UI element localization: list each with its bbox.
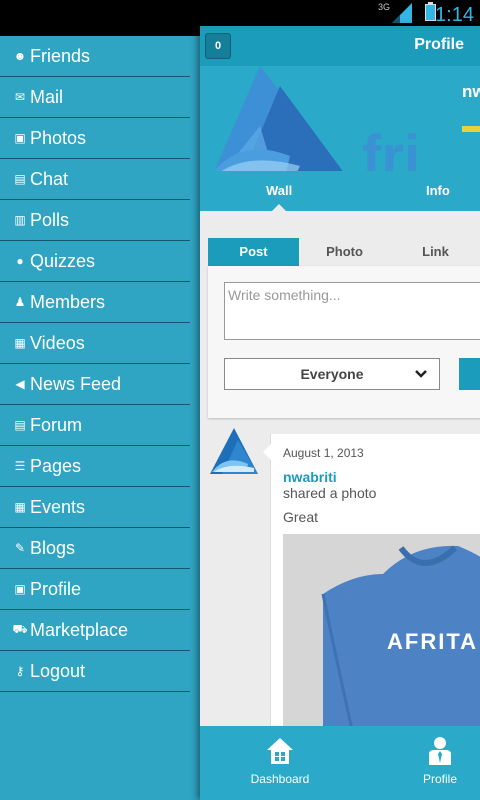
menu-item-marketplace[interactable]: ⛟ Marketplace	[0, 610, 190, 651]
menu-item-label: News Feed	[30, 373, 122, 394]
post-card: August 1, 2013 nwabriti shared a photo G…	[263, 434, 480, 734]
forum-icon: ▤	[14, 418, 26, 432]
megaphone-icon: ◀	[15, 377, 25, 391]
menu-item-label: Events	[30, 496, 86, 517]
members-icon: ♟	[14, 295, 26, 309]
shirt-print-text: AFRITA	[387, 629, 479, 654]
menu-item-members[interactable]: ♟ Members	[0, 282, 190, 323]
mail-icon: ✉	[14, 90, 26, 104]
tab-info[interactable]: Info	[426, 183, 450, 198]
active-tab-indicator	[272, 204, 286, 211]
menu-item-quizzes[interactable]: ● Quizzes	[0, 241, 190, 282]
cart-icon: ⛟	[12, 622, 28, 636]
post-action: shared a photo	[283, 485, 377, 501]
menu-item-label: Quizzes	[30, 250, 96, 271]
menu-item-label: Photos	[30, 127, 87, 148]
menu-item-label: Pages	[30, 455, 82, 476]
nav-dashboard-button[interactable]: Dashboard	[230, 736, 330, 786]
friends-icon: ☻	[13, 49, 27, 63]
calendar-icon: ▦	[14, 500, 26, 514]
notification-badge[interactable]: 0	[205, 33, 231, 59]
menu-item-label: Profile	[30, 578, 82, 599]
main-panel: 0 Profile fri nw Wall Info Post Photo Li…	[200, 26, 480, 800]
tab-wall[interactable]: Wall	[266, 183, 292, 198]
signal-icon	[392, 3, 412, 23]
activity-feed: August 1, 2013 nwabriti shared a photo G…	[200, 426, 480, 734]
menu-item-logout[interactable]: ⚷ Logout	[0, 651, 190, 692]
user-avatar[interactable]	[208, 426, 260, 478]
post-caption: Great	[283, 509, 319, 525]
composer-box: Write something... Everyone	[208, 266, 480, 418]
quizzes-icon: ●	[16, 254, 24, 268]
composer-tab-photo[interactable]: Photo	[299, 238, 390, 266]
menu-item-label: Blogs	[30, 537, 76, 558]
menu-item-profile[interactable]: ▣ Profile	[0, 569, 190, 610]
person-icon	[429, 737, 451, 765]
bottom-navigation: Dashboard Profile	[200, 726, 480, 800]
menu-item-label: Marketplace	[30, 619, 129, 640]
navigation-drawer: ☻ Friends ✉ Mail ▣ Photos ▤ Chat ▥ Polls ● Quizzes ♟…	[0, 36, 200, 800]
polls-icon: ▥	[14, 213, 26, 227]
profile-name: nw	[462, 82, 480, 101]
post-composer: Post Photo Link Write something... Every…	[208, 238, 480, 420]
nav-dashboard-label: Dashboard	[250, 772, 310, 786]
page-title: Profile	[414, 36, 464, 53]
menu-item-label: Videos	[30, 332, 85, 353]
nav-profile-button[interactable]: Profile	[390, 736, 480, 786]
chevron-down-icon	[415, 359, 427, 400]
post-author-link[interactable]: nwabriti	[283, 469, 337, 485]
chat-icon: ▤	[14, 172, 26, 186]
key-icon: ⚷	[15, 664, 25, 678]
menu-item-label: Forum	[30, 414, 83, 435]
clock: 1:14	[435, 4, 474, 26]
app-header: 0 Profile	[200, 26, 480, 66]
composer-tab-link[interactable]: Link	[390, 238, 480, 266]
camera-icon: ▣	[14, 131, 26, 145]
menu-item-polls[interactable]: ▥ Polls	[0, 200, 190, 241]
status-input[interactable]: Write something...	[224, 282, 480, 340]
menu-item-pages[interactable]: ☰ Pages	[0, 446, 190, 487]
menu-item-videos[interactable]: ▦ Videos	[0, 323, 190, 364]
pages-icon: ☰	[14, 459, 26, 473]
post-photo[interactable]: AFRITA	[283, 534, 480, 734]
profile-tab-bar: Wall Info	[200, 171, 480, 211]
menu-item-label: Members	[30, 291, 106, 312]
post-date: August 1, 2013	[283, 446, 364, 460]
menu-item-forum[interactable]: ▤ Forum	[0, 405, 190, 446]
share-button[interactable]	[459, 358, 480, 390]
audience-select[interactable]: Everyone	[224, 358, 440, 390]
profile-card-icon: ▣	[14, 582, 26, 596]
menu-item-events[interactable]: ▦ Events	[0, 487, 190, 528]
home-icon	[267, 738, 293, 764]
menu-item-chat[interactable]: ▤ Chat	[0, 159, 190, 200]
videos-icon: ▦	[14, 336, 26, 350]
menu-item-label: Chat	[30, 168, 69, 189]
composer-tab-post[interactable]: Post	[208, 238, 299, 266]
menu-item-mail[interactable]: ✉ Mail	[0, 77, 190, 118]
menu-item-photos[interactable]: ▣ Photos	[0, 118, 190, 159]
menu-item-friends[interactable]: ☻ Friends	[0, 36, 190, 77]
menu-item-blogs[interactable]: ✎ Blogs	[0, 528, 190, 569]
nav-profile-label: Profile	[422, 772, 457, 786]
blogs-icon: ✎	[14, 541, 26, 555]
audience-select-value: Everyone	[300, 366, 364, 382]
menu-item-label: Mail	[30, 86, 64, 107]
menu-item-news-feed[interactable]: ◀ News Feed	[0, 364, 190, 405]
menu-item-label: Logout	[30, 660, 86, 681]
menu-item-label: Friends	[30, 45, 91, 66]
menu-item-label: Polls	[30, 209, 70, 230]
network-type: 3G	[377, 2, 390, 12]
